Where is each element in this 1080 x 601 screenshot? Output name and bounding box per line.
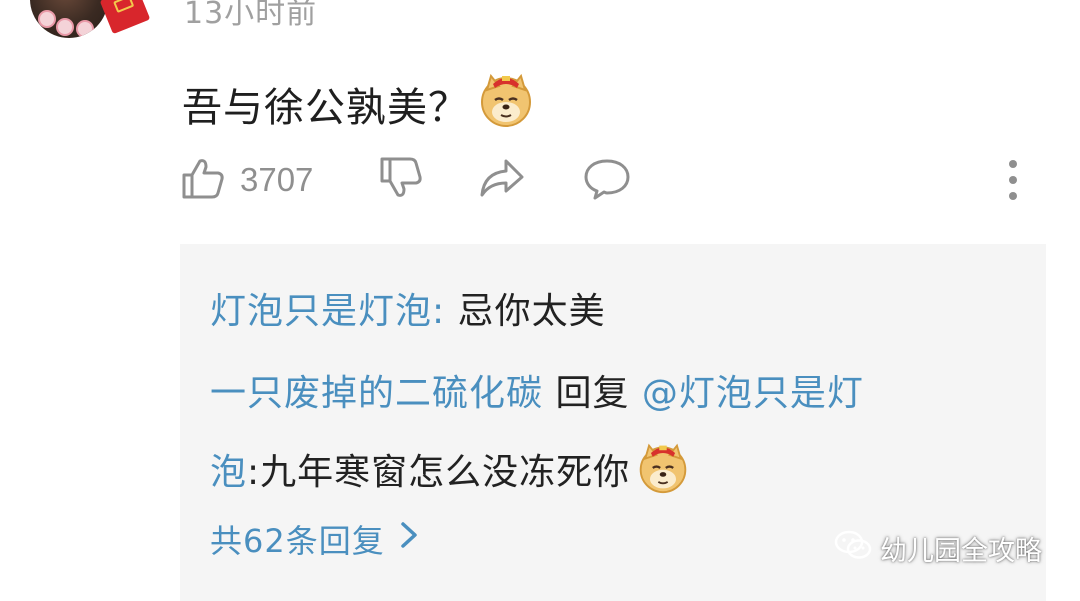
reply-mention-continued[interactable]: 泡	[210, 451, 247, 495]
reply-text: :九年寒窗怎么没冻死你	[247, 451, 631, 493]
wechat-logo-icon	[834, 529, 872, 568]
comment-text: 吾与徐公孰美？	[182, 70, 535, 138]
watermark: 幼儿园全攻略	[834, 529, 1042, 568]
comment-body: 吾与徐公孰美？	[182, 85, 469, 131]
reply-text: 忌你太美	[457, 291, 606, 332]
reply-separator: :	[432, 291, 458, 332]
comment-timestamp: 13小时前	[184, 0, 318, 31]
reply-item-continuation: 泡 :九年寒窗怎么没冻死你	[210, 440, 690, 505]
doge-emoji-icon	[477, 70, 535, 138]
thumbs-up-icon	[180, 155, 226, 205]
reply-item[interactable]: 灯泡只是灯泡: 忌你太美	[210, 290, 606, 334]
red-envelope-badge-icon	[99, 0, 151, 35]
doge-emoji-icon	[636, 440, 690, 505]
avatar-flower-decoration	[56, 18, 74, 36]
more-options-button[interactable]	[1003, 158, 1023, 202]
reply-button[interactable]	[582, 154, 632, 206]
reply-item[interactable]: 一只废掉的二硫化碳 回复 @灯泡只是灯	[210, 372, 864, 416]
reply-username[interactable]: 灯泡只是灯泡	[210, 291, 432, 332]
reply-mention[interactable]: @灯泡只是灯	[642, 373, 864, 414]
more-icon	[1003, 160, 1023, 206]
watermark-label: 幼儿园全攻略	[880, 536, 1042, 567]
like-button[interactable]: 3707	[180, 154, 313, 206]
like-count: 3707	[240, 161, 314, 198]
avatar[interactable]	[30, 0, 108, 38]
comment-icon	[582, 155, 632, 205]
chevron-right-icon	[399, 520, 419, 558]
share-icon	[478, 155, 526, 205]
thumbs-down-icon	[378, 155, 424, 205]
comment-action-bar: 3707	[180, 154, 1050, 206]
reply-word: 回复	[543, 373, 642, 414]
avatar-flower-decoration	[38, 10, 56, 28]
share-button[interactable]	[478, 154, 526, 206]
view-all-replies-label: 共62条回复	[210, 522, 385, 560]
view-all-replies-link[interactable]: 共62条回复	[210, 516, 419, 562]
avatar-flower-decoration	[76, 20, 94, 38]
reply-username[interactable]: 一只废掉的二硫化碳	[210, 373, 543, 414]
dislike-button[interactable]	[378, 154, 424, 206]
